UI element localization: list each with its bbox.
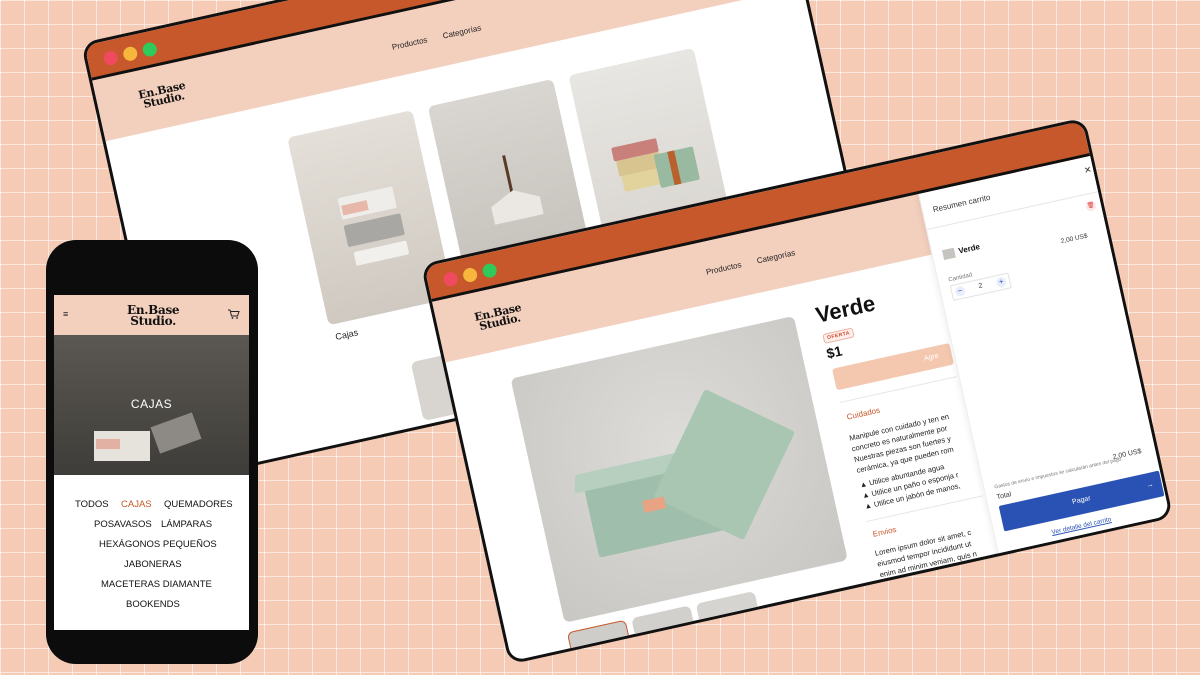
category-posavasos[interactable]: POSAVASOS [94, 519, 152, 530]
total-label: Total [996, 491, 1013, 502]
hero-title: CAJAS [130, 397, 173, 411]
thumbnail-3[interactable] [695, 590, 764, 647]
product-caption-cajas[interactable]: Cajas [334, 327, 359, 342]
minimize-window-button[interactable] [461, 266, 479, 284]
site-logo[interactable]: En.Base Studio. [127, 304, 180, 327]
divider [927, 189, 1105, 230]
minimize-window-button[interactable] [121, 45, 139, 63]
product-price: $1 [824, 342, 844, 362]
sale-badge: OFERTA [822, 327, 855, 344]
cart-item-thumbnail [941, 247, 956, 261]
cart-detail-link[interactable]: Ver detalle del carrito [1051, 516, 1112, 536]
cart-item-name: Verde [957, 242, 981, 256]
pay-label: Pagar [1071, 495, 1092, 506]
maximize-window-button[interactable] [141, 41, 159, 58]
mobile-screen: ≡ En.Base Studio. CAJAS TODOS CAJAS QUEM… [54, 295, 249, 630]
close-cart-icon[interactable]: ✕ [1083, 164, 1093, 176]
incense-stick-illustration [502, 155, 514, 195]
add-to-cart-label: Agre [923, 352, 940, 363]
cart-summary-panel: Resumen carrito ✕ 🗑 Verde 2,00 US$ Canti… [918, 154, 1174, 560]
total-value: 2,00 US$ [1112, 447, 1143, 462]
cart-item-price: 2,00 US$ [1060, 232, 1089, 246]
thumbnail-2[interactable] [631, 605, 700, 662]
category-maceteras-diamante[interactable]: MACETERAS DIAMANTE [101, 579, 212, 590]
thumbnail-1[interactable] [566, 619, 635, 665]
care-section-title[interactable]: Cuidados [846, 406, 881, 422]
shipping-section-title[interactable]: Envios [872, 525, 897, 539]
close-window-button[interactable] [442, 270, 459, 288]
maximize-window-button[interactable] [481, 262, 499, 280]
delete-item-icon[interactable]: 🗑 [1084, 200, 1097, 212]
category-hexagonos-pequenos[interactable]: HEXÁGONOS PEQUEÑOS [99, 539, 217, 550]
category-lamparas[interactable]: LÁMPARAS [161, 519, 212, 530]
category-cajas[interactable]: CAJAS [121, 499, 152, 510]
hamburger-menu-icon[interactable]: ≡ [63, 310, 72, 319]
product-title: Verde [813, 290, 878, 328]
category-quemadores[interactable]: QUEMADORES [164, 499, 233, 510]
increase-qty-button[interactable]: + [995, 276, 1008, 289]
quantity-value[interactable]: 2 [978, 282, 983, 290]
close-window-button[interactable] [102, 49, 120, 67]
hero-banner: CAJAS [54, 335, 249, 475]
cart-icon[interactable] [228, 309, 240, 319]
cart-summary-title: Resumen carrito [932, 192, 992, 215]
add-to-cart-button[interactable]: Agre [832, 342, 954, 391]
category-jaboneras[interactable]: JABONERAS [124, 559, 182, 570]
category-bookends[interactable]: BOOKENDS [126, 599, 180, 610]
decrease-qty-button[interactable]: − [954, 285, 967, 298]
mobile-phone-frame: ≡ En.Base Studio. CAJAS TODOS CAJAS QUEM… [46, 240, 258, 664]
product-main-image[interactable] [510, 315, 848, 623]
arrow-right-icon: → [1146, 481, 1155, 490]
category-todos[interactable]: TODOS [75, 499, 109, 510]
